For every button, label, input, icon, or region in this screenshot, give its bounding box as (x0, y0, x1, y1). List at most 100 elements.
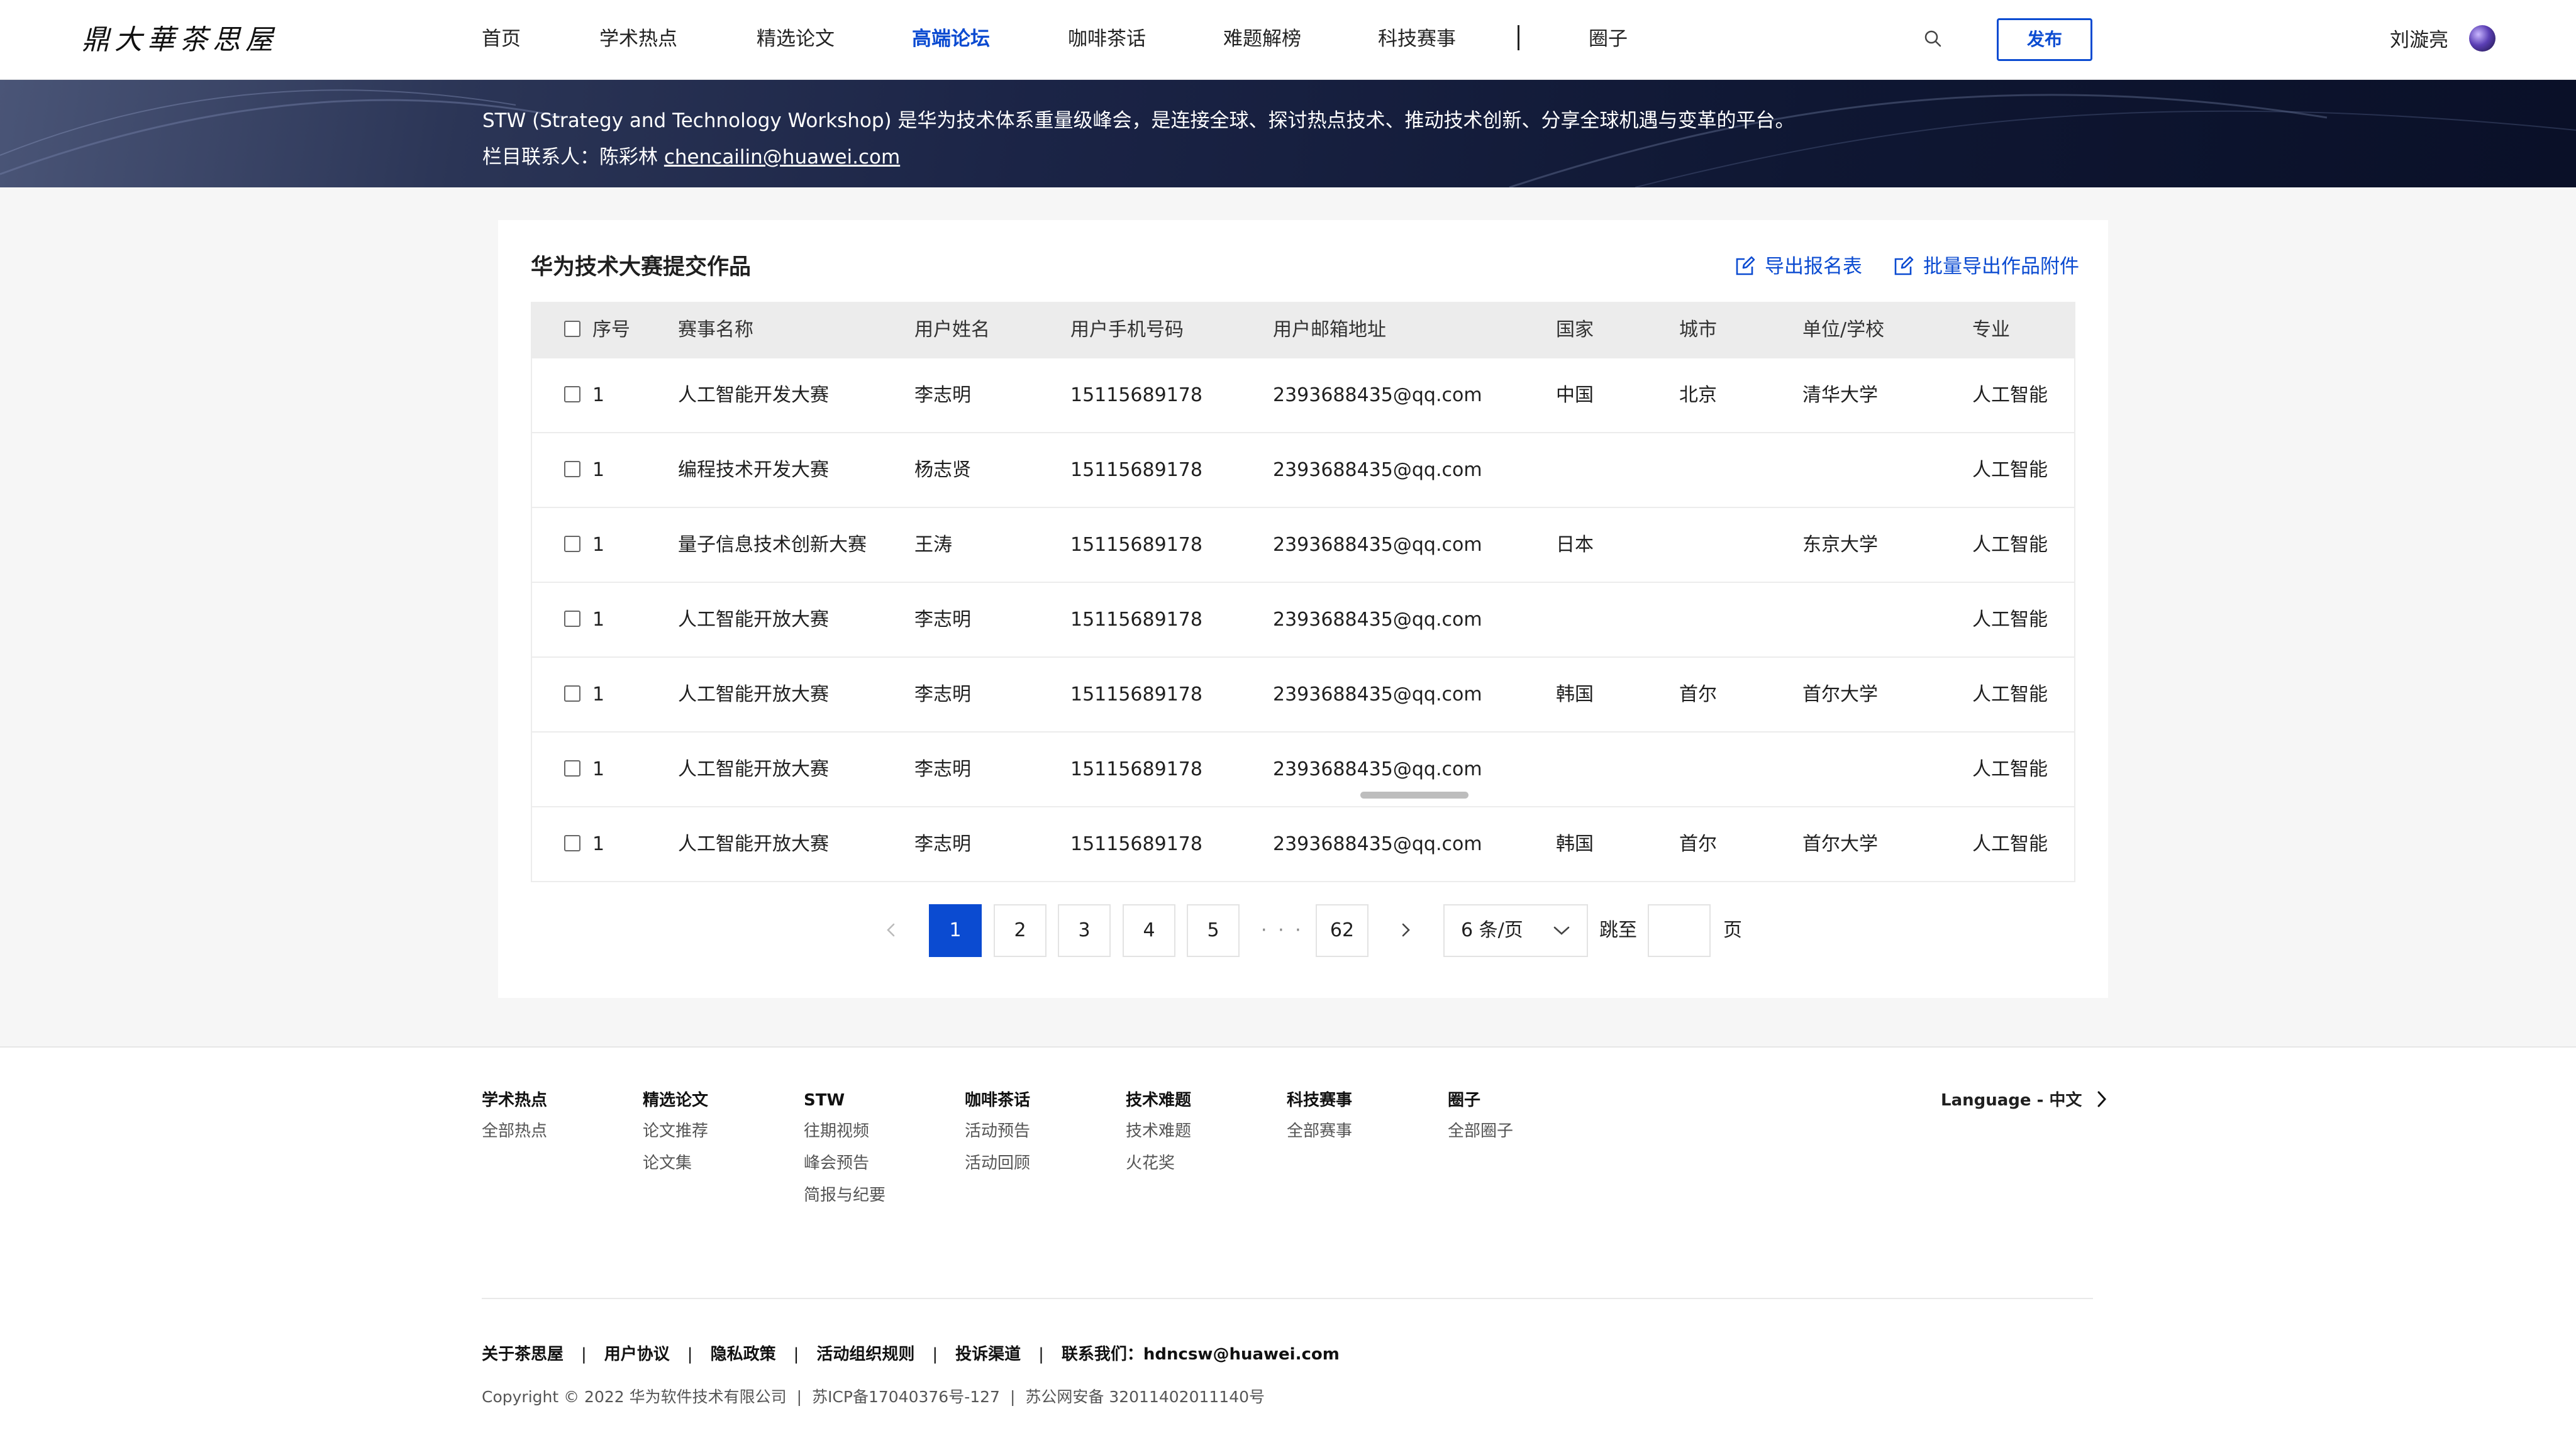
row-checkbox[interactable] (564, 685, 580, 702)
police-record[interactable]: 苏公网安备 32011402011140号 (1025, 1388, 1265, 1406)
footer-link[interactable]: 简报与纪要 (804, 1180, 886, 1212)
footer-link-privacy[interactable]: 隐私政策 (711, 1345, 776, 1364)
footer-column-heading[interactable]: 科技赛事 (1287, 1085, 1352, 1115)
footer-link[interactable]: 技术难题 (1126, 1115, 1191, 1148)
banner-contact-email-link[interactable]: chencailin@huawei.com (664, 146, 900, 169)
page-button-3[interactable]: 3 (1058, 904, 1111, 957)
footer-link-about[interactable]: 关于茶思屋 (482, 1345, 564, 1364)
table-row[interactable]: 1 人工智能开发大赛 李志明 15115689178 2393688435@qq.com… (532, 357, 2074, 432)
cell-city: 北京 (1679, 384, 1717, 406)
cell-index: 1 (592, 683, 605, 706)
nav-item-coffee-talk[interactable]: 咖啡茶话 (1068, 24, 1146, 54)
page-size-select[interactable]: 6 条/页 (1443, 904, 1588, 957)
footer-link-user-agreement[interactable]: 用户协议 (604, 1345, 670, 1364)
footer-column-heading[interactable]: 咖啡茶话 (965, 1085, 1030, 1115)
table-scrollbar[interactable] (1360, 792, 1468, 799)
cell-major: 人工智能 (1972, 683, 2048, 706)
nav-item-high-end-forum[interactable]: 高端论坛 (912, 24, 990, 54)
nav-item-circles[interactable]: 圈子 (1589, 24, 1628, 54)
footer-link[interactable]: 活动预告 (965, 1115, 1030, 1148)
row-checkbox[interactable] (564, 760, 580, 777)
footer-column-heading[interactable]: 学术热点 (482, 1085, 547, 1115)
footer-link[interactable]: 论文集 (643, 1148, 708, 1180)
cell-email: 2393688435@qq.com (1273, 459, 1482, 481)
prev-page-icon[interactable] (880, 919, 902, 941)
footer-column-heading[interactable]: 圈子 (1448, 1085, 1513, 1115)
next-page-icon[interactable] (1395, 919, 1416, 941)
cell-competition: 人工智能开放大赛 (678, 683, 829, 706)
cell-user-name: 李志明 (914, 758, 971, 780)
footer-link-complaints[interactable]: 投诉渠道 (955, 1345, 1021, 1364)
row-checkbox[interactable] (564, 386, 580, 402)
cell-user-name: 李志明 (914, 683, 971, 706)
search-icon[interactable] (1923, 29, 1942, 48)
publish-button[interactable]: 发布 (1997, 18, 2092, 61)
page-ellipsis[interactable]: · · · (1261, 904, 1304, 957)
nav-item-problem-ranking[interactable]: 难题解榜 (1223, 24, 1301, 54)
table-row[interactable]: 1 人工智能开放大赛 李志明 15115689178 2393688435@qq.com… (532, 582, 2074, 656)
row-checkbox[interactable] (564, 611, 580, 627)
footer-column-heading[interactable]: STW (804, 1085, 886, 1115)
table-row[interactable]: 1 编程技术开发大赛 杨志贤 15115689178 2393688435@qq.com… (532, 432, 2074, 507)
footer-contact-email[interactable]: 联系我们：hdncsw@huawei.com (1062, 1345, 1340, 1364)
header-major: 专业 (1972, 319, 2010, 341)
row-checkbox[interactable] (564, 461, 580, 477)
bulk-export-attachments-button[interactable]: 批量导出作品附件 (1893, 252, 2079, 282)
jump-to-page-input[interactable] (1648, 904, 1711, 957)
cell-organization: 清华大学 (1802, 384, 1878, 406)
table-row[interactable]: 1 人工智能开放大赛 李志明 15115689178 2393688435@qq.com… (532, 656, 2074, 731)
forum-banner: STW (Strategy and Technology Workshop) 是… (0, 80, 2576, 187)
footer-link[interactable]: 往期视频 (804, 1115, 886, 1148)
nav-item-tech-competitions[interactable]: 科技赛事 (1378, 24, 1456, 54)
nav-item-selected-papers[interactable]: 精选论文 (757, 24, 835, 54)
user-avatar[interactable] (2469, 25, 2496, 52)
page-size-value: 6 条/页 (1461, 919, 1523, 941)
footer-link[interactable]: 全部圈子 (1448, 1115, 1513, 1148)
footer-link[interactable]: 峰会预告 (804, 1148, 886, 1180)
footer-copyright-line: Copyright © 2022 华为软件技术有限公司 | 苏ICP备1704037… (482, 1388, 1265, 1406)
user-name[interactable]: 刘漩亮 (2390, 25, 2448, 55)
table-row[interactable]: 1 人工智能开放大赛 李志明 15115689178 2393688435@qq.com… (532, 731, 2074, 806)
header-organization: 单位/学校 (1802, 319, 1885, 341)
cell-email: 2393688435@qq.com (1273, 534, 1482, 556)
cell-major: 人工智能 (1972, 833, 2048, 855)
cell-phone: 15115689178 (1070, 683, 1202, 706)
header-country: 国家 (1556, 319, 1594, 341)
cell-country: 日本 (1556, 534, 1594, 556)
footer-link[interactable]: 论文推荐 (643, 1115, 708, 1148)
page-button-1[interactable]: 1 (929, 904, 982, 957)
page-button-2[interactable]: 2 (994, 904, 1046, 957)
footer-column-heading[interactable]: 精选论文 (643, 1085, 708, 1115)
select-all-checkbox[interactable] (564, 321, 580, 337)
export-registration-button[interactable]: 导出报名表 (1735, 252, 1862, 282)
nav-item-home[interactable]: 首页 (482, 24, 521, 54)
nav-item-academic-hotspots[interactable]: 学术热点 (599, 24, 677, 54)
language-switcher[interactable]: Language - 中文 (1941, 1087, 2108, 1114)
table-row[interactable]: 1 量子信息技术创新大赛 王涛 15115689178 2393688435@qq.co… (532, 507, 2074, 582)
cell-major: 人工智能 (1972, 459, 2048, 481)
table-row[interactable]: 1 人工智能开放大赛 李志明 15115689178 2393688435@qq.com… (532, 806, 2074, 881)
site-logo[interactable]: 鼎大華茶思屋 (82, 21, 278, 59)
footer-column: STW 往期视频 峰会预告 简报与纪要 (804, 1085, 886, 1212)
page-button-5[interactable]: 5 (1187, 904, 1240, 957)
icp-license[interactable]: 苏ICP备17040376号-127 (812, 1388, 1000, 1406)
page-suffix-label: 页 (1723, 919, 1742, 941)
cell-index: 1 (592, 534, 605, 556)
page-button-last[interactable]: 62 (1316, 904, 1368, 957)
page-button-4[interactable]: 4 (1123, 904, 1175, 957)
footer-link[interactable]: 火花奖 (1126, 1148, 1191, 1180)
cell-email: 2393688435@qq.com (1273, 683, 1482, 706)
footer-link[interactable]: 全部赛事 (1287, 1115, 1352, 1148)
footer-link-event-rules[interactable]: 活动组织规则 (816, 1345, 914, 1364)
row-checkbox[interactable] (564, 835, 580, 851)
cell-major: 人工智能 (1972, 384, 2048, 406)
footer-column-heading[interactable]: 技术难题 (1126, 1085, 1191, 1115)
cell-country: 中国 (1556, 384, 1594, 406)
footer-column: 学术热点 全部热点 (482, 1085, 547, 1148)
footer-link[interactable]: 活动回顾 (965, 1148, 1030, 1180)
row-checkbox[interactable] (564, 536, 580, 552)
card-title: 华为技术大赛提交作品 (531, 255, 752, 280)
footer-column: 精选论文 论文推荐 论文集 (643, 1085, 708, 1180)
footer-link[interactable]: 全部热点 (482, 1115, 547, 1148)
export-registration-label: 导出报名表 (1765, 255, 1862, 278)
